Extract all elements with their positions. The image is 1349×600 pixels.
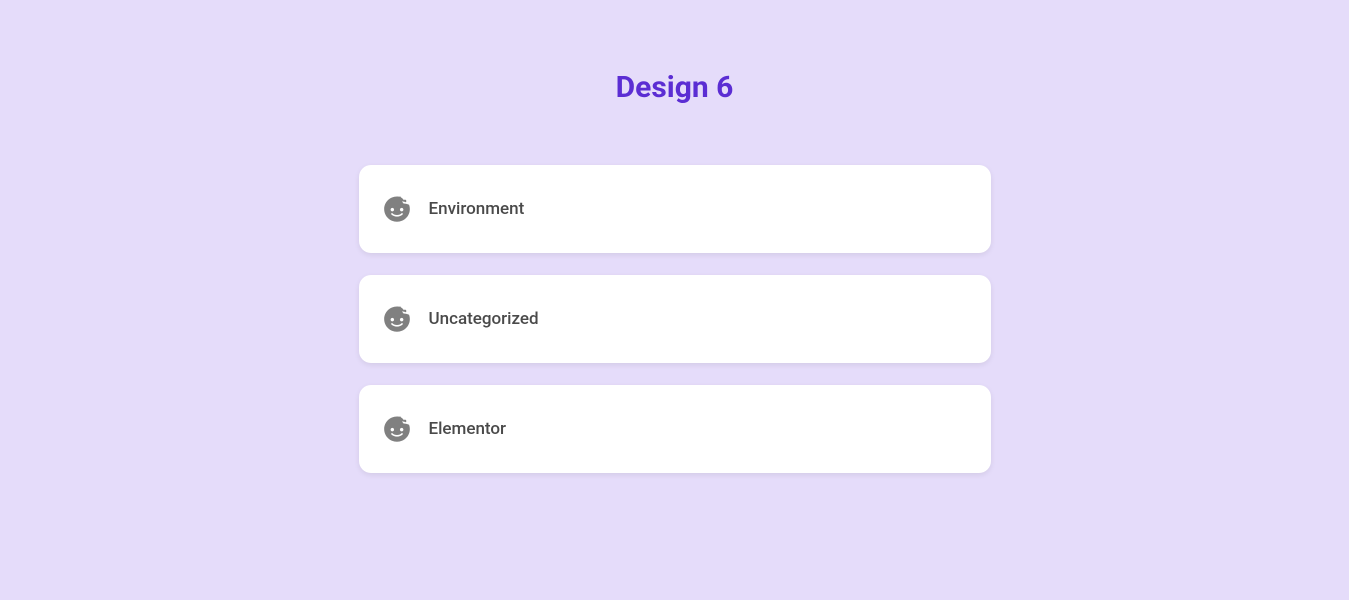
page-title: Design 6 bbox=[616, 70, 734, 105]
reddit-icon bbox=[383, 195, 411, 223]
design-list: Environment Uncategorized Elementor bbox=[359, 165, 991, 473]
reddit-icon bbox=[383, 305, 411, 333]
list-item-elementor[interactable]: Elementor bbox=[359, 385, 991, 473]
list-item-label: Uncategorized bbox=[429, 309, 539, 329]
list-item-uncategorized[interactable]: Uncategorized bbox=[359, 275, 991, 363]
list-item-label: Elementor bbox=[429, 419, 507, 439]
reddit-icon bbox=[383, 415, 411, 443]
list-item-environment[interactable]: Environment bbox=[359, 165, 991, 253]
list-item-label: Environment bbox=[429, 199, 525, 219]
